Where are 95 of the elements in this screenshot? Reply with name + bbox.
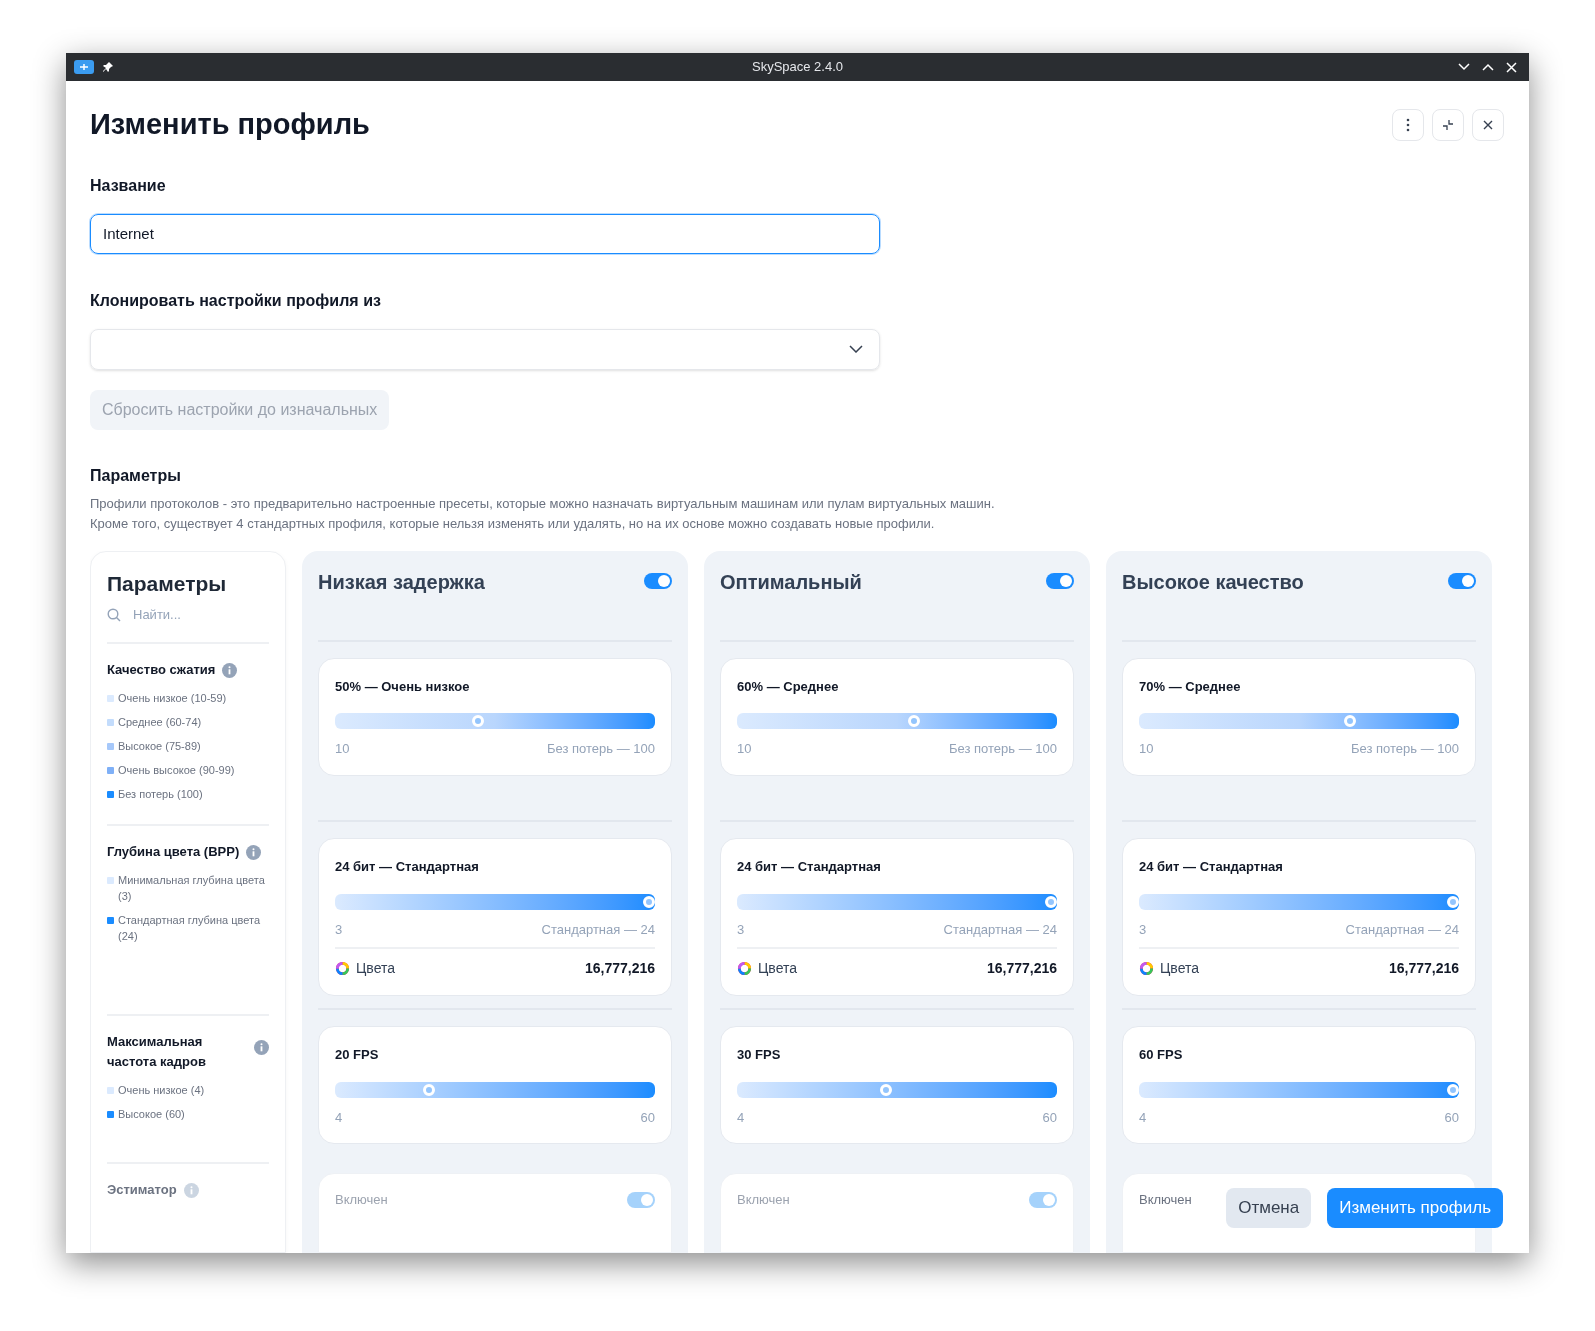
legend-label: Стандартная глубина цвета (24) — [118, 912, 262, 944]
cancel-button[interactable]: Отмена — [1226, 1188, 1312, 1228]
slider-thumb[interactable] — [471, 715, 484, 728]
range-max: Без потерь — 100 — [1351, 740, 1459, 759]
toggle-switch[interactable] — [1046, 572, 1074, 589]
profile-title: Низкая задержка — [318, 569, 485, 595]
legend-label: Очень низкое (4) — [118, 1082, 205, 1098]
page-title: Изменить профиль — [90, 107, 370, 142]
description-text: Профили протоколов - это предварительно настроенные пресеты, которые можно назначать виртуальным машинам или пулам виртуальных машин. — [90, 494, 995, 513]
range-max: Без потерь — 100 — [547, 740, 655, 759]
range-min: 3 — [335, 920, 343, 939]
chevron-down-icon — [849, 345, 863, 353]
colors-value: 16,777,216 — [584, 959, 655, 979]
range-max: Стандартная — 24 — [1345, 920, 1459, 939]
slider-label: 24 бит — Стандартная — [737, 858, 882, 877]
legend-label: Очень низкое (10-59) — [118, 690, 227, 706]
pin-icon[interactable] — [102, 61, 114, 73]
range-min: 4 — [1139, 1108, 1147, 1127]
app-icon[interactable] — [74, 60, 94, 74]
range-min: 10 — [335, 740, 350, 759]
more-icon — [1406, 117, 1410, 132]
toggle-label: Включен — [1139, 1191, 1192, 1210]
toggle-switch[interactable] — [1448, 572, 1476, 589]
field-label: Клонировать настройки профиля из — [90, 290, 382, 311]
legend-label: Высокое (60) — [118, 1106, 185, 1122]
section-title: Параметры — [90, 465, 182, 486]
slider-thumb[interactable] — [908, 715, 921, 728]
info-icon[interactable] — [222, 662, 238, 678]
group-title: Качество сжатия — [107, 660, 216, 679]
slider-label: 24 бит — Стандартная — [1139, 858, 1284, 877]
description-text: Кроме того, существует 4 стандартных профиля, которые нельзя изменять или удалять, но на их основе можно создавать новые профили. — [90, 514, 935, 533]
range-max: Стандартная — 24 — [943, 920, 1057, 939]
slider-thumb[interactable] — [1447, 1083, 1459, 1096]
range-min: 4 — [335, 1108, 343, 1127]
minimize-icon[interactable] — [1458, 63, 1470, 71]
legend-label: Высокое (75-89) — [118, 738, 201, 754]
profile-title: Высокое качество — [1122, 569, 1304, 595]
slider-thumb[interactable] — [879, 1083, 892, 1096]
range-max: Без потерь — 100 — [949, 740, 1057, 759]
search-icon — [107, 607, 121, 622]
slider-thumb[interactable] — [1045, 895, 1057, 908]
range-min: 10 — [1139, 740, 1154, 759]
slider-thumb[interactable] — [1447, 895, 1459, 908]
range-min: 10 — [737, 740, 752, 759]
toggle-switch[interactable] — [644, 572, 672, 589]
legend-label: Минимальная глубина цвета (3) — [118, 872, 266, 904]
group-title: Максимальная частота кадров — [107, 1032, 207, 1071]
close-icon[interactable] — [1506, 61, 1517, 73]
range-min: 4 — [737, 1108, 745, 1127]
toggle-label: Включен — [737, 1191, 790, 1210]
maximize-icon[interactable] — [1482, 63, 1494, 71]
slider-label: 30 FPS — [737, 1046, 782, 1065]
legend-label: Без потерь (100) — [118, 786, 203, 802]
collapse-icon — [1441, 117, 1455, 132]
legend-label: Очень высокое (90-99) — [118, 762, 235, 778]
slider-label: 24 бит — Стандартная — [335, 858, 480, 877]
slider-label: 60 FPS — [1139, 1046, 1184, 1065]
colors-label: Цвета — [758, 959, 797, 979]
search-field[interactable]: Найти... — [133, 605, 253, 625]
color-wheel-icon — [1139, 961, 1154, 977]
range-max: 60 — [1444, 1108, 1459, 1127]
name-field[interactable]: Internet — [90, 213, 880, 254]
slider-thumb[interactable] — [1344, 715, 1357, 728]
group-title: Эстиматор — [107, 1180, 177, 1199]
range-min: 3 — [1139, 920, 1147, 939]
color-wheel-icon — [737, 961, 752, 977]
slider-label: 20 FPS — [335, 1046, 380, 1065]
range-max: Стандартная — 24 — [541, 920, 655, 939]
info-icon[interactable] — [254, 1039, 269, 1055]
window-title: SkySpace 2.4.0 — [751, 58, 844, 77]
group-title: Глубина цвета (BPP) — [107, 842, 240, 861]
range-min: 3 — [737, 920, 745, 939]
colors-value: 16,777,216 — [1388, 959, 1459, 979]
slider-label: 70% — Среднее — [1139, 677, 1242, 696]
color-wheel-icon — [335, 961, 350, 977]
more-button[interactable] — [1392, 108, 1424, 141]
slider-thumb[interactable] — [423, 1083, 436, 1096]
field-label: Название — [90, 175, 167, 196]
slider-label: 50% — Очень низкое — [335, 677, 471, 696]
legend-label: Среднее (60-74) — [118, 714, 202, 730]
slider-thumb[interactable] — [643, 895, 655, 908]
info-icon[interactable] — [246, 844, 262, 860]
sidebar-title: Параметры — [107, 570, 228, 597]
colors-value: 16,777,216 — [986, 959, 1057, 979]
range-max: 60 — [640, 1108, 655, 1127]
info-icon[interactable] — [183, 1182, 199, 1198]
slider-label: 60% — Среднее — [737, 677, 840, 696]
toggle-label: Включен — [335, 1191, 388, 1210]
collapse-button[interactable] — [1432, 108, 1464, 141]
colors-label: Цвета — [1160, 959, 1199, 979]
profile-title: Оптимальный — [720, 569, 862, 595]
range-max: 60 — [1042, 1108, 1057, 1127]
close-button[interactable] — [1472, 108, 1504, 141]
close-icon — [1483, 119, 1493, 130]
colors-label: Цвета — [356, 959, 395, 979]
